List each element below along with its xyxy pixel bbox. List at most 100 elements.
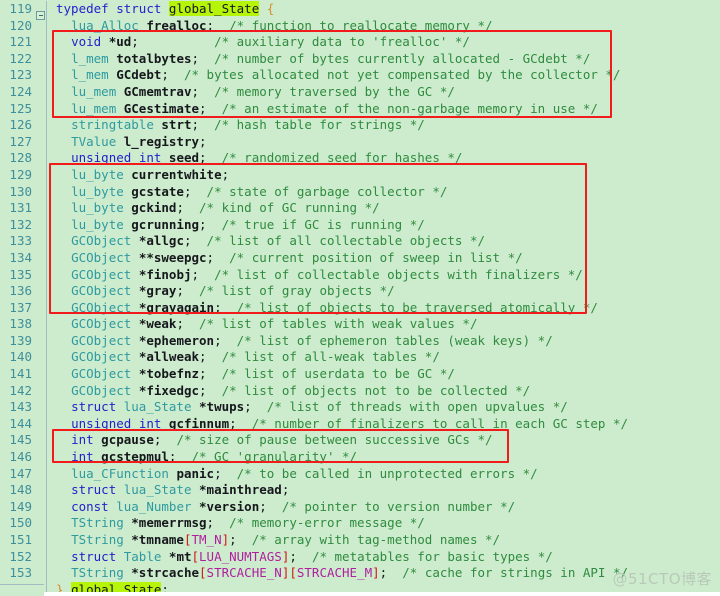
code-editor-view[interactable]: 119 typedef struct global_State {120 lua_… [0, 0, 720, 596]
code-line-text[interactable]: stringtable strt; /* hash table for stri… [47, 117, 425, 134]
code-line-text[interactable]: GCObject *gray; /* list of gray objects … [47, 283, 395, 300]
code-token-brk: [ [199, 565, 207, 581]
code-line-text[interactable]: lua_Alloc frealloc; /* function to reall… [47, 18, 492, 35]
code-line-text[interactable]: unsigned int gcfinnum; /* number of fina… [47, 416, 628, 433]
code-line[interactable]: 122 l_mem totalbytes; /* number of bytes… [0, 50, 720, 68]
code-line[interactable]: 123 l_mem GCdebt; /* bytes allocated not… [0, 67, 720, 84]
code-line-text[interactable]: int gcstepmul; /* GC 'granularity' */ [47, 449, 357, 466]
code-line[interactable]: 126 stringtable strt; /* hash table for … [0, 117, 720, 134]
code-line[interactable]: 124 lu_mem GCmemtrav; /* memory traverse… [0, 83, 720, 101]
code-line[interactable]: 131 lu_byte gckind; /* kind of GC runnin… [0, 200, 720, 217]
code-line[interactable]: 135 GCObject *finobj; /* list of collect… [0, 266, 720, 284]
code-line-text[interactable]: GCObject *finobj; /* list of collectable… [47, 267, 583, 284]
code-line-text[interactable]: struct lua_State *mainthread; [47, 482, 289, 499]
code-line[interactable]: 129 lu_byte currentwhite; [0, 166, 720, 184]
code-line[interactable]: 134 GCObject **sweepgc; /* current posit… [0, 249, 720, 267]
code-lines-container[interactable]: 119 typedef struct global_State {120 lua_… [0, 0, 720, 596]
code-line[interactable]: 144 unsigned int gcfinnum; /* number of … [0, 415, 720, 433]
code-line-text[interactable]: lua_CFunction panic; /* to be called in … [47, 466, 538, 483]
code-line-text[interactable]: GCObject *allweak; /* list of all-weak t… [47, 349, 440, 366]
code-token-kw: int [138, 415, 162, 431]
code-line-text[interactable]: GCObject *grayagain; /* list of objects … [47, 300, 598, 317]
code-token-cmt: /* hash table for strings */ [214, 117, 425, 133]
code-line[interactable]: 136 GCObject *gray; /* list of gray obje… [0, 283, 720, 300]
code-line-text[interactable]: lu_mem GCmemtrav; /* memory traversed by… [47, 84, 455, 101]
code-line[interactable]: 125 lu_mem GCestimate; /* an estimate of… [0, 100, 720, 118]
code-line[interactable]: 130 lu_byte gcstate; /* state of garbage… [0, 183, 720, 201]
code-line[interactable]: 127 TValue l_registry; [0, 133, 720, 151]
code-line-text[interactable]: lu_byte currentwhite; [47, 167, 229, 184]
code-line-text[interactable]: struct Table *mt[LUA_NUMTAGS]; /* metata… [47, 549, 553, 566]
line-number: 147 [9, 465, 32, 481]
code-line[interactable]: 148 struct lua_State *mainthread; [0, 482, 720, 499]
code-line-text[interactable]: TString *strcache[STRCACHE_N][STRCACHE_M… [47, 565, 628, 582]
code-line[interactable]: 143 struct lua_State *twups; /* list of … [0, 399, 720, 416]
line-number: 130 [9, 183, 32, 199]
code-line[interactable]: 145 int gcpause; /* size of pause betwee… [0, 432, 720, 450]
code-token-id: gcstepmul [101, 449, 169, 465]
code-line-text[interactable]: GCObject *tobefnz; /* list of userdata t… [47, 366, 455, 383]
code-token-typ: l_mem [71, 67, 109, 83]
code-token-typ: lua_State [123, 482, 192, 498]
code-line[interactable]: 120 lua_Alloc frealloc; /* function to r… [0, 17, 720, 35]
code-line[interactable]: 141 GCObject *tobefnz; /* list of userda… [0, 366, 720, 383]
code-line[interactable]: 140 GCObject *allweak; /* list of all-we… [0, 349, 720, 367]
line-number: 126 [9, 117, 32, 133]
code-line[interactable]: 150 TString *memerrmsg; /* memory-error … [0, 515, 720, 532]
code-token-id: *mainthread [199, 482, 282, 498]
code-line[interactable]: 137 GCObject *grayagain; /* list of obje… [0, 299, 720, 317]
code-line-text[interactable]: const lua_Number *version; /* pointer to… [47, 499, 515, 516]
code-token-typ: lu_mem [71, 83, 117, 99]
code-line[interactable]: 146 int gcstepmul; /* GC 'granularity' *… [0, 449, 720, 466]
code-line[interactable]: 151 TString *tmname[TM_N]; /* array with… [0, 532, 720, 549]
code-line-text[interactable]: TString *tmname[TM_N]; /* array with tag… [47, 532, 500, 549]
code-token-typ: GCObject [71, 366, 132, 382]
code-line-text[interactable]: GCObject **sweepgc; /* current position … [47, 250, 523, 267]
code-line[interactable]: 119 typedef struct global_State { [0, 1, 720, 21]
code-line-text[interactable]: typedef struct global_State { [47, 1, 274, 18]
code-line-text[interactable]: void *ud; /* auxiliary data to 'frealloc… [47, 34, 470, 51]
code-line-text[interactable]: lu_mem GCestimate; /* an estimate of the… [47, 101, 598, 118]
code-line[interactable]: 128 unsigned int seed; /* randomized see… [0, 150, 720, 167]
code-line-text[interactable]: GCObject *fixedgc; /* list of objects no… [47, 383, 530, 400]
code-line-text[interactable]: GCObject *allgc; /* list of all collecta… [47, 233, 485, 250]
code-line-text[interactable]: l_mem GCdebt; /* bytes allocated not yet… [47, 67, 620, 84]
code-line[interactable]: 133 GCObject *allgc; /* list of all coll… [0, 233, 720, 250]
code-token-cmt: /* pointer to version number */ [281, 498, 516, 514]
code-line-text[interactable]: int gcpause; /* size of pause between su… [47, 432, 492, 449]
code-line[interactable]: 147 lua_CFunction panic; /* to be called… [0, 465, 720, 483]
code-line-text[interactable]: lu_byte gcstate; /* state of garbage col… [47, 184, 447, 201]
code-token-typ: lua_Number [116, 498, 192, 514]
code-line[interactable]: 149 const lua_Number *version; /* pointe… [0, 498, 720, 516]
code-line-text[interactable]: GCObject *weak; /* list of tables with w… [47, 316, 477, 333]
code-line-text[interactable]: unsigned int seed; /* randomized seed fo… [47, 150, 462, 167]
code-line-text[interactable]: lu_byte gcrunning; /* true if GC is runn… [47, 217, 425, 234]
code-line-text[interactable]: struct lua_State *twups; /* list of thre… [47, 399, 568, 416]
code-line-text[interactable]: l_mem totalbytes; /* number of bytes cur… [47, 51, 590, 68]
code-token-typ: GCObject [71, 382, 132, 398]
code-token-plain: ; [214, 332, 237, 348]
code-line[interactable]: 142 GCObject *fixedgc; /* list of object… [0, 382, 720, 400]
code-line[interactable]: 152 struct Table *mt[LUA_NUMTAGS]; /* me… [0, 548, 720, 566]
code-token-plain: ; [214, 465, 237, 481]
line-number: 149 [9, 498, 32, 514]
code-line[interactable]: 132 lu_byte gcrunning; /* true if GC is … [0, 216, 720, 234]
code-line[interactable]: 138 GCObject *weak; /* list of tables wi… [0, 316, 720, 333]
code-line[interactable]: 121 void *ud; /* auxiliary data to 'frea… [0, 34, 720, 51]
code-line-text[interactable]: lu_byte gckind; /* kind of GC running */ [47, 200, 380, 217]
code-line-text[interactable]: TString *memerrmsg; /* memory-error mess… [47, 515, 425, 532]
code-token-id: GCdebt [116, 67, 162, 83]
code-line-text[interactable]: GCObject *ephemeron; /* list of ephemero… [47, 333, 553, 350]
code-line-text[interactable]: TValue l_registry; [47, 134, 206, 151]
code-line[interactable]: 139 GCObject *ephemeron; /* list of ephe… [0, 332, 720, 350]
line-number: 140 [9, 349, 32, 365]
